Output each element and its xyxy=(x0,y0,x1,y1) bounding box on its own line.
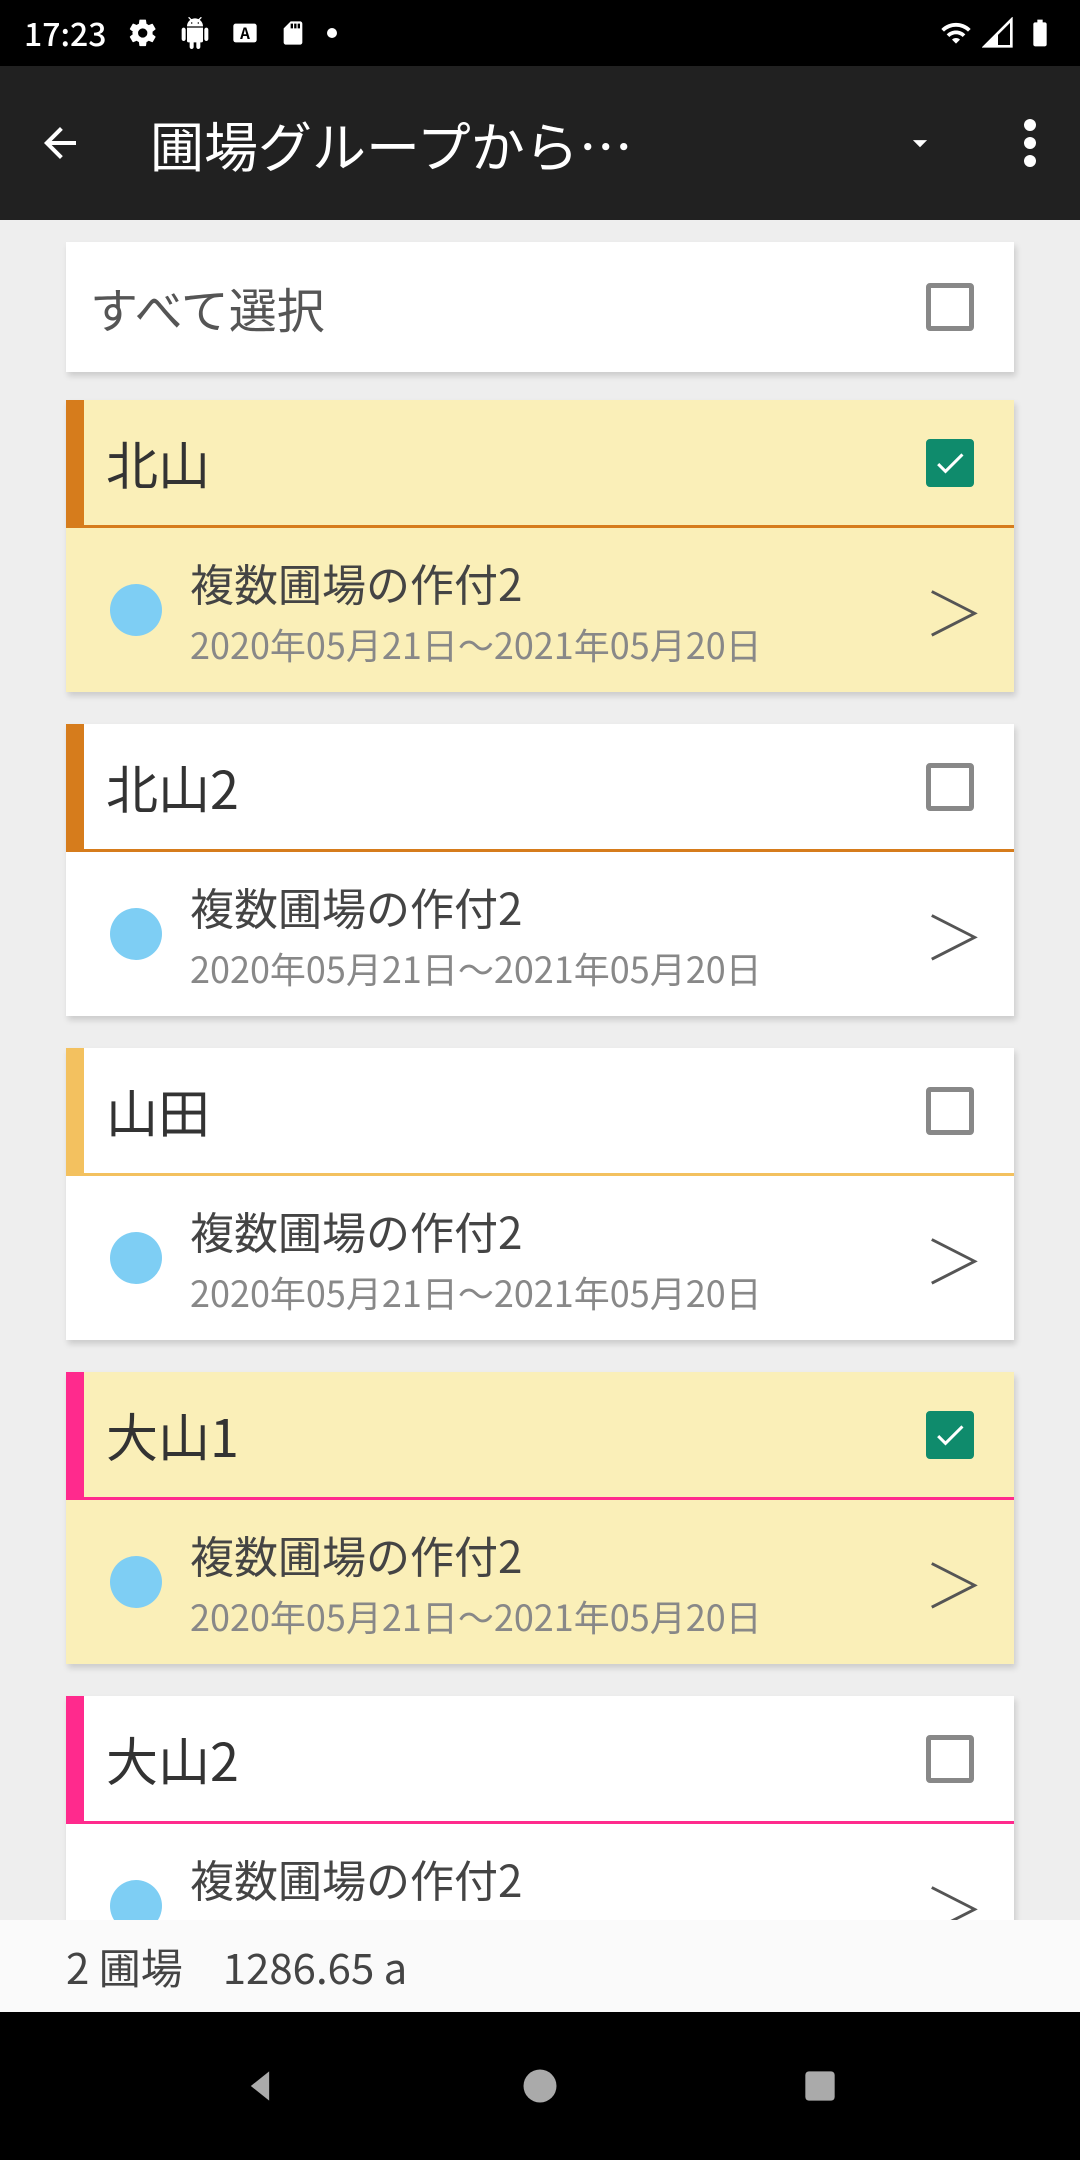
crop-date-range: 2020年05月21日～2021年05月20日 xyxy=(190,1266,924,1318)
crop-color-dot-icon xyxy=(110,908,162,960)
nav-home-button[interactable] xyxy=(510,2056,570,2116)
field-detail-row[interactable]: 複数圃場の作付2 2020年05月21日～2021年05月20日 ＞ xyxy=(66,1176,1014,1340)
crop-date-range: 2020年05月21日～2021年05月20日 xyxy=(190,1914,924,1920)
content-area[interactable]: すべて選択 北山 複数圃場の作付2 2020年05月21日～2021年05月20… xyxy=(0,220,1080,1920)
field-checkbox[interactable] xyxy=(926,763,974,811)
field-name: 北山2 xyxy=(106,749,926,824)
chevron-right-icon: ＞ xyxy=(924,1539,984,1626)
field-header-row[interactable]: 北山2 xyxy=(66,724,1014,852)
field-detail-row[interactable]: 複数圃場の作付2 2020年05月21日～2021年05月20日 ＞ xyxy=(66,1500,1014,1664)
field-card: 北山 複数圃場の作付2 2020年05月21日～2021年05月20日 ＞ xyxy=(66,400,1014,692)
field-detail-row[interactable]: 複数圃場の作付2 2020年05月21日～2021年05月20日 ＞ xyxy=(66,1824,1014,1920)
crop-color-dot-icon xyxy=(110,1880,162,1920)
field-checkbox[interactable] xyxy=(926,439,974,487)
field-color-bar xyxy=(66,1048,84,1173)
crop-date-range: 2020年05月21日～2021年05月20日 xyxy=(190,618,924,670)
field-checkbox[interactable] xyxy=(926,1411,974,1459)
select-all-checkbox[interactable] xyxy=(926,283,974,331)
nav-bar xyxy=(0,2012,1080,2160)
sd-card-icon xyxy=(279,19,307,47)
battery-icon xyxy=(1024,17,1056,49)
field-header-row[interactable]: 山田 xyxy=(66,1048,1014,1176)
page-title: 圃場グループから… xyxy=(150,104,860,183)
nav-recents-button[interactable] xyxy=(790,2056,850,2116)
status-time: 17:23 xyxy=(24,10,107,56)
crop-date-range: 2020年05月21日～2021年05月20日 xyxy=(190,1590,924,1642)
field-header-row[interactable]: 北山 xyxy=(66,400,1014,528)
wifi-icon xyxy=(940,17,972,49)
crop-color-dot-icon xyxy=(110,1232,162,1284)
field-name: 北山 xyxy=(106,425,926,500)
field-name: 大山1 xyxy=(106,1397,926,1472)
crop-title: 複数圃場の作付2 xyxy=(190,550,924,614)
more-vert-icon xyxy=(1024,119,1036,167)
chevron-down-icon xyxy=(903,126,937,160)
field-checkbox[interactable] xyxy=(926,1735,974,1783)
field-detail-row[interactable]: 複数圃場の作付2 2020年05月21日～2021年05月20日 ＞ xyxy=(66,528,1014,692)
triangle-left-icon xyxy=(238,2064,282,2108)
field-card: 大山2 複数圃場の作付2 2020年05月21日～2021年05月20日 ＞ xyxy=(66,1696,1014,1920)
field-color-bar xyxy=(66,724,84,849)
chevron-right-icon: ＞ xyxy=(924,1863,984,1921)
field-card: 北山2 複数圃場の作付2 2020年05月21日～2021年05月20日 ＞ xyxy=(66,724,1014,1016)
notification-dot-icon xyxy=(327,28,337,38)
footer-bar: 2 圃場 1286.65 a xyxy=(0,1920,1080,2012)
field-checkbox[interactable] xyxy=(926,1087,974,1135)
square-icon xyxy=(798,2064,842,2108)
signal-icon xyxy=(982,17,1014,49)
check-icon xyxy=(932,445,968,481)
android-icon xyxy=(179,17,211,49)
status-bar: 17:23 A xyxy=(0,0,1080,66)
crop-color-dot-icon xyxy=(110,1556,162,1608)
crop-color-dot-icon xyxy=(110,584,162,636)
field-card: 山田 複数圃場の作付2 2020年05月21日～2021年05月20日 ＞ xyxy=(66,1048,1014,1340)
select-all-row[interactable]: すべて選択 xyxy=(66,242,1014,372)
arrow-left-icon xyxy=(36,119,84,167)
field-detail-row[interactable]: 複数圃場の作付2 2020年05月21日～2021年05月20日 ＞ xyxy=(66,852,1014,1016)
field-header-row[interactable]: 大山1 xyxy=(66,1372,1014,1500)
crop-date-range: 2020年05月21日～2021年05月20日 xyxy=(190,942,924,994)
field-card: 大山1 複数圃場の作付2 2020年05月21日～2021年05月20日 ＞ xyxy=(66,1372,1014,1664)
chevron-right-icon: ＞ xyxy=(924,567,984,654)
footer-area: 1286.65 a xyxy=(223,1936,408,1997)
chevron-right-icon: ＞ xyxy=(924,891,984,978)
dropdown-button[interactable] xyxy=(880,103,960,183)
field-name: 山田 xyxy=(106,1073,926,1148)
circle-icon xyxy=(518,2064,562,2108)
back-button[interactable] xyxy=(30,113,90,173)
app-bar: 圃場グループから… xyxy=(0,66,1080,220)
svg-text:A: A xyxy=(239,22,250,44)
select-all-card: すべて選択 xyxy=(66,242,1014,372)
chevron-right-icon: ＞ xyxy=(924,1215,984,1302)
check-icon xyxy=(932,1417,968,1453)
field-color-bar xyxy=(66,1372,84,1497)
crop-title: 複数圃場の作付2 xyxy=(190,874,924,938)
field-color-bar xyxy=(66,400,84,525)
crop-title: 複数圃場の作付2 xyxy=(190,1846,924,1910)
crop-title: 複数圃場の作付2 xyxy=(190,1522,924,1586)
select-all-label: すべて選択 xyxy=(90,272,926,342)
field-header-row[interactable]: 大山2 xyxy=(66,1696,1014,1824)
field-color-bar xyxy=(66,1696,84,1821)
field-name: 大山2 xyxy=(106,1721,926,1796)
gear-icon xyxy=(127,17,159,49)
crop-title: 複数圃場の作付2 xyxy=(190,1198,924,1262)
footer-count: 2 圃場 xyxy=(66,1936,183,1997)
keyboard-lang-icon: A xyxy=(231,19,259,47)
nav-back-button[interactable] xyxy=(230,2056,290,2116)
overflow-menu-button[interactable] xyxy=(1000,103,1060,183)
